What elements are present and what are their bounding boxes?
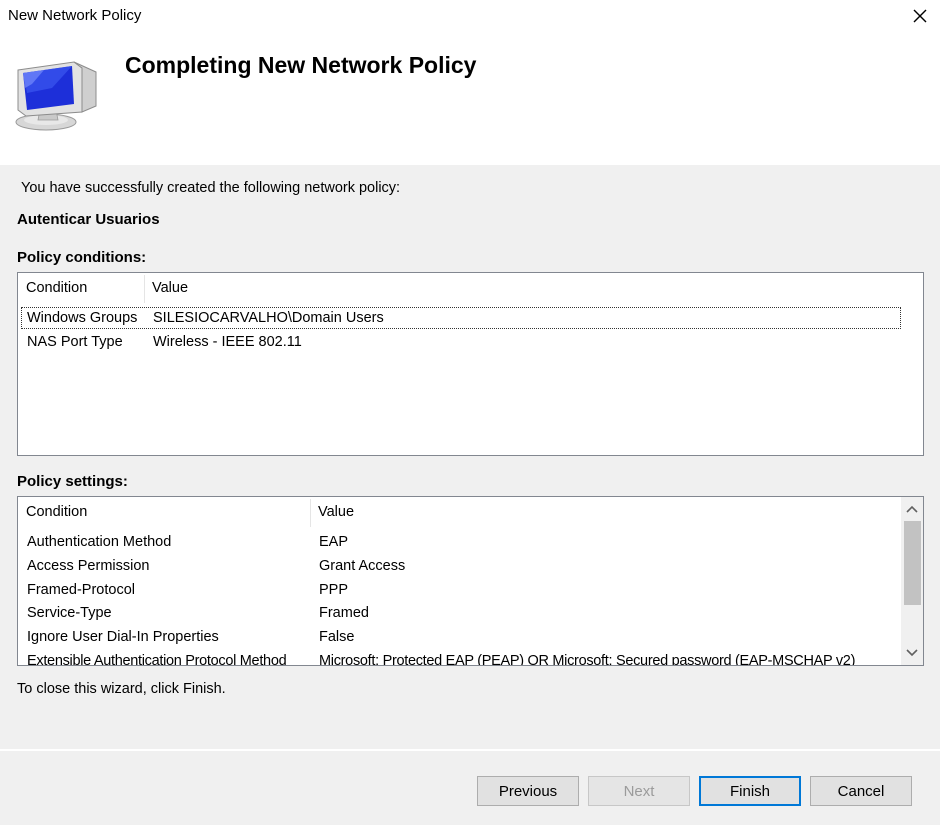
row-condition: Access Permission xyxy=(27,558,150,574)
row-condition: Ignore User Dial-In Properties xyxy=(27,629,219,645)
settings-header: Condition Value xyxy=(18,497,901,527)
close-instruction: To close this wizard, click Finish. xyxy=(17,681,226,697)
conditions-header: Condition Value xyxy=(18,273,923,303)
policy-settings-label: Policy settings: xyxy=(17,473,128,490)
row-value: False xyxy=(319,629,355,645)
row-value: Framed xyxy=(319,605,369,621)
table-row[interactable]: Windows Groups SILESIOCARVALHO\Domain Us… xyxy=(21,307,901,329)
row-value: SILESIOCARVALHO\Domain Users xyxy=(153,310,384,326)
footer-divider xyxy=(0,749,940,751)
window-title: New Network Policy xyxy=(8,7,142,24)
row-condition: Windows Groups xyxy=(27,310,138,326)
cancel-button[interactable]: Cancel xyxy=(810,776,912,806)
policy-conditions-label: Policy conditions: xyxy=(17,249,147,266)
policy-name: Autenticar Usuarios xyxy=(17,211,160,228)
close-icon[interactable] xyxy=(908,4,932,28)
settings-list[interactable]: Condition Value Authentication Method EA… xyxy=(17,496,924,666)
computer-monitor-icon xyxy=(12,58,104,134)
intro-text: You have successfully created the follow… xyxy=(21,180,401,196)
scroll-down-button[interactable] xyxy=(901,642,923,664)
column-header-value[interactable]: Value xyxy=(144,273,188,303)
vertical-scrollbar[interactable] xyxy=(901,497,923,665)
column-header-condition[interactable]: Condition xyxy=(18,273,144,303)
row-condition: NAS Port Type xyxy=(27,334,123,350)
conditions-list[interactable]: Condition Value Windows Groups SILESIOCA… xyxy=(17,272,924,456)
row-value: Microsoft: Protected EAP (PEAP) OR Micro… xyxy=(319,653,856,666)
row-condition: Framed-Protocol xyxy=(27,582,135,598)
wizard-header: New Network Policy Completing New Networ… xyxy=(0,0,940,165)
scroll-thumb[interactable] xyxy=(904,521,921,605)
finish-button[interactable]: Finish xyxy=(699,776,801,806)
column-header-condition[interactable]: Condition xyxy=(18,497,310,527)
chevron-down-icon xyxy=(906,649,918,657)
table-row[interactable]: NAS Port Type Wireless - IEEE 802.11 xyxy=(21,331,901,353)
row-condition: Extensible Authentication Protocol Metho… xyxy=(27,653,287,666)
row-value: EAP xyxy=(319,534,349,550)
scroll-up-button[interactable] xyxy=(901,498,923,520)
previous-button[interactable]: Previous xyxy=(477,776,579,806)
wizard-heading: Completing New Network Policy xyxy=(125,52,477,78)
chevron-up-icon xyxy=(906,505,918,513)
row-condition: Authentication Method xyxy=(27,534,172,550)
row-value: PPP xyxy=(319,582,349,598)
row-value: Grant Access xyxy=(319,558,406,574)
next-button[interactable]: Next xyxy=(588,776,690,806)
row-value: Wireless - IEEE 802.11 xyxy=(153,334,302,350)
row-condition: Service-Type xyxy=(27,605,112,621)
column-header-value[interactable]: Value xyxy=(310,497,354,527)
